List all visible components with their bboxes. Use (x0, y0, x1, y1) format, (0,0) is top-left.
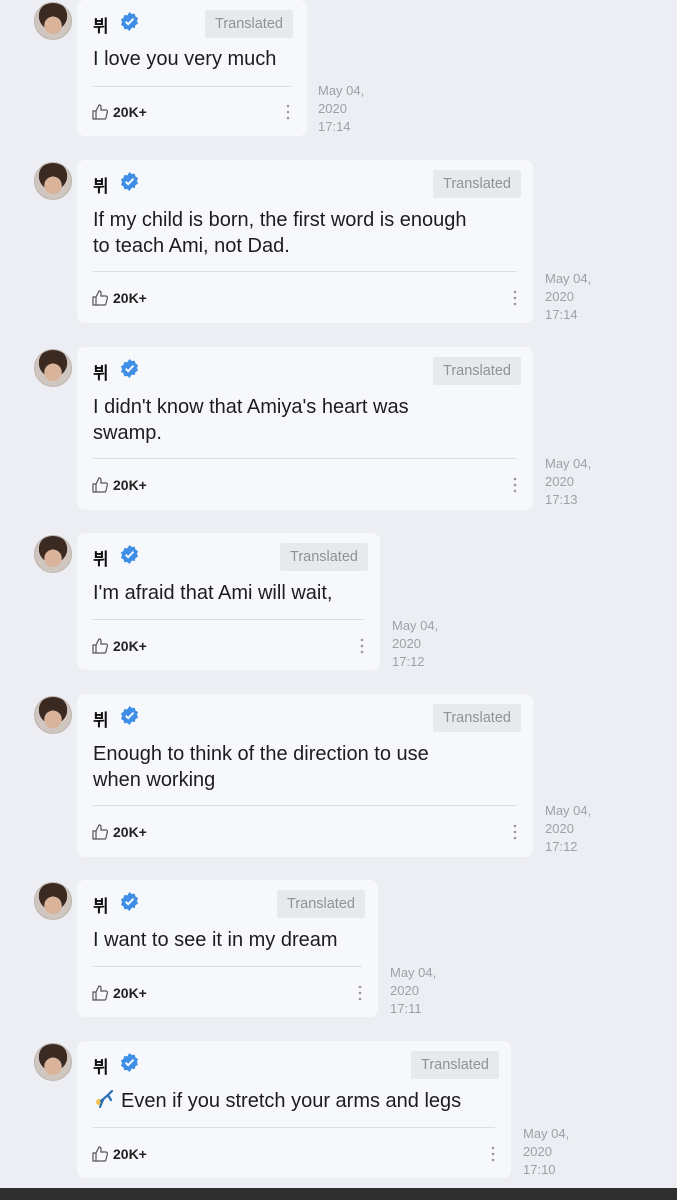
message-bubble: 뷔 Translated Enough to think of the dire… (77, 694, 533, 857)
thumbs-up-icon (92, 290, 109, 306)
verified-icon (120, 1053, 139, 1072)
thumbs-up-icon (92, 824, 109, 840)
translated-badge[interactable]: Translated (433, 357, 521, 385)
avatar[interactable] (34, 535, 72, 573)
message-bubble: 뷔 Translated I want to see it in my drea… (77, 880, 378, 1017)
sender-name: 뷔 (93, 550, 109, 570)
message-bubble: 뷔 Translated Even if you stretch your ar… (77, 1041, 511, 1178)
sender-name: 뷔 (93, 177, 109, 197)
translated-badge[interactable]: Translated (205, 10, 293, 38)
message-text: I'm afraid that Ami will wait, (93, 582, 333, 604)
message-bubble: 뷔 Translated I love you very much 20K+ (77, 0, 307, 136)
more-options-icon[interactable] (286, 104, 290, 120)
translated-badge[interactable]: Translated (277, 890, 365, 918)
timestamp: May 04, 2020 17:12 (392, 618, 439, 669)
thumbs-up-icon (92, 638, 109, 654)
avatar[interactable] (34, 882, 72, 920)
message-text: If my child is born, the first word is e… (93, 209, 467, 257)
thumbs-up-icon (92, 477, 109, 493)
like-count: 20K+ (113, 985, 147, 1001)
thumbs-up-icon (92, 1146, 109, 1162)
more-options-icon[interactable] (491, 1146, 495, 1162)
more-options-icon[interactable] (358, 985, 362, 1001)
divider (93, 619, 364, 620)
like-count: 20K+ (113, 638, 147, 654)
sender-name: 뷔 (93, 897, 109, 917)
timestamp: May 04, 2020 17:14 (545, 271, 592, 322)
like-button[interactable]: 20K+ (91, 288, 147, 308)
message-text: I love you very much (93, 48, 277, 70)
timestamp: May 04, 2020 17:13 (545, 456, 592, 507)
timestamp: May 04, 2020 17:14 (318, 83, 365, 134)
cartwheel-emoji-icon (96, 1089, 114, 1109)
verified-icon (120, 545, 139, 564)
verified-icon (120, 12, 139, 31)
avatar[interactable] (34, 1043, 72, 1081)
like-button[interactable]: 20K+ (91, 822, 147, 842)
message-text: Even if you stretch your arms and legs (93, 1088, 461, 1114)
verified-icon (120, 359, 139, 378)
like-count: 20K+ (113, 290, 147, 306)
timestamp: May 04, 2020 17:10 (523, 1126, 570, 1177)
verified-icon (120, 172, 139, 191)
translated-badge[interactable]: Translated (433, 704, 521, 732)
translated-badge[interactable]: Translated (433, 170, 521, 198)
avatar[interactable] (34, 349, 72, 387)
like-count: 20K+ (113, 104, 147, 120)
like-count: 20K+ (113, 477, 147, 493)
message-bubble: 뷔 Translated I'm afraid that Ami will wa… (77, 533, 380, 670)
like-button[interactable]: 20K+ (91, 102, 147, 122)
divider (93, 805, 517, 806)
like-count: 20K+ (113, 1146, 147, 1162)
timestamp: May 04, 2020 17:11 (390, 965, 437, 1016)
thumbs-up-icon (92, 985, 109, 1001)
divider (93, 458, 517, 459)
message-text: I didn't know that Amiya's heart was swam… (93, 396, 409, 444)
translated-badge[interactable]: Translated (280, 543, 368, 571)
like-button[interactable]: 20K+ (91, 636, 147, 656)
divider (93, 1127, 495, 1128)
sender-name: 뷔 (93, 17, 109, 37)
translated-badge[interactable]: Translated (411, 1051, 499, 1079)
bottom-bar (0, 1188, 677, 1200)
sender-name: 뷔 (93, 1058, 109, 1078)
message-text: Enough to think of the direction to use w… (93, 743, 429, 791)
more-options-icon[interactable] (360, 638, 364, 654)
avatar[interactable] (34, 2, 72, 40)
message-bubble: 뷔 Translated I didn't know that Amiya's … (77, 347, 533, 510)
divider (93, 86, 291, 87)
more-options-icon[interactable] (513, 290, 517, 306)
avatar[interactable] (34, 162, 72, 200)
thumbs-up-icon (92, 104, 109, 120)
sender-name: 뷔 (93, 364, 109, 384)
sender-name: 뷔 (93, 711, 109, 731)
message-bubble: 뷔 Translated If my child is born, the fi… (77, 160, 533, 323)
like-button[interactable]: 20K+ (91, 983, 147, 1003)
like-button[interactable]: 20K+ (91, 1144, 147, 1164)
avatar[interactable] (34, 696, 72, 734)
timestamp: May 04, 2020 17:12 (545, 803, 592, 854)
like-button[interactable]: 20K+ (91, 475, 147, 495)
like-count: 20K+ (113, 824, 147, 840)
verified-icon (120, 892, 139, 911)
divider (93, 271, 517, 272)
more-options-icon[interactable] (513, 477, 517, 493)
verified-icon (120, 706, 139, 725)
divider (93, 966, 362, 967)
message-text: I want to see it in my dream (93, 929, 338, 951)
more-options-icon[interactable] (513, 824, 517, 840)
